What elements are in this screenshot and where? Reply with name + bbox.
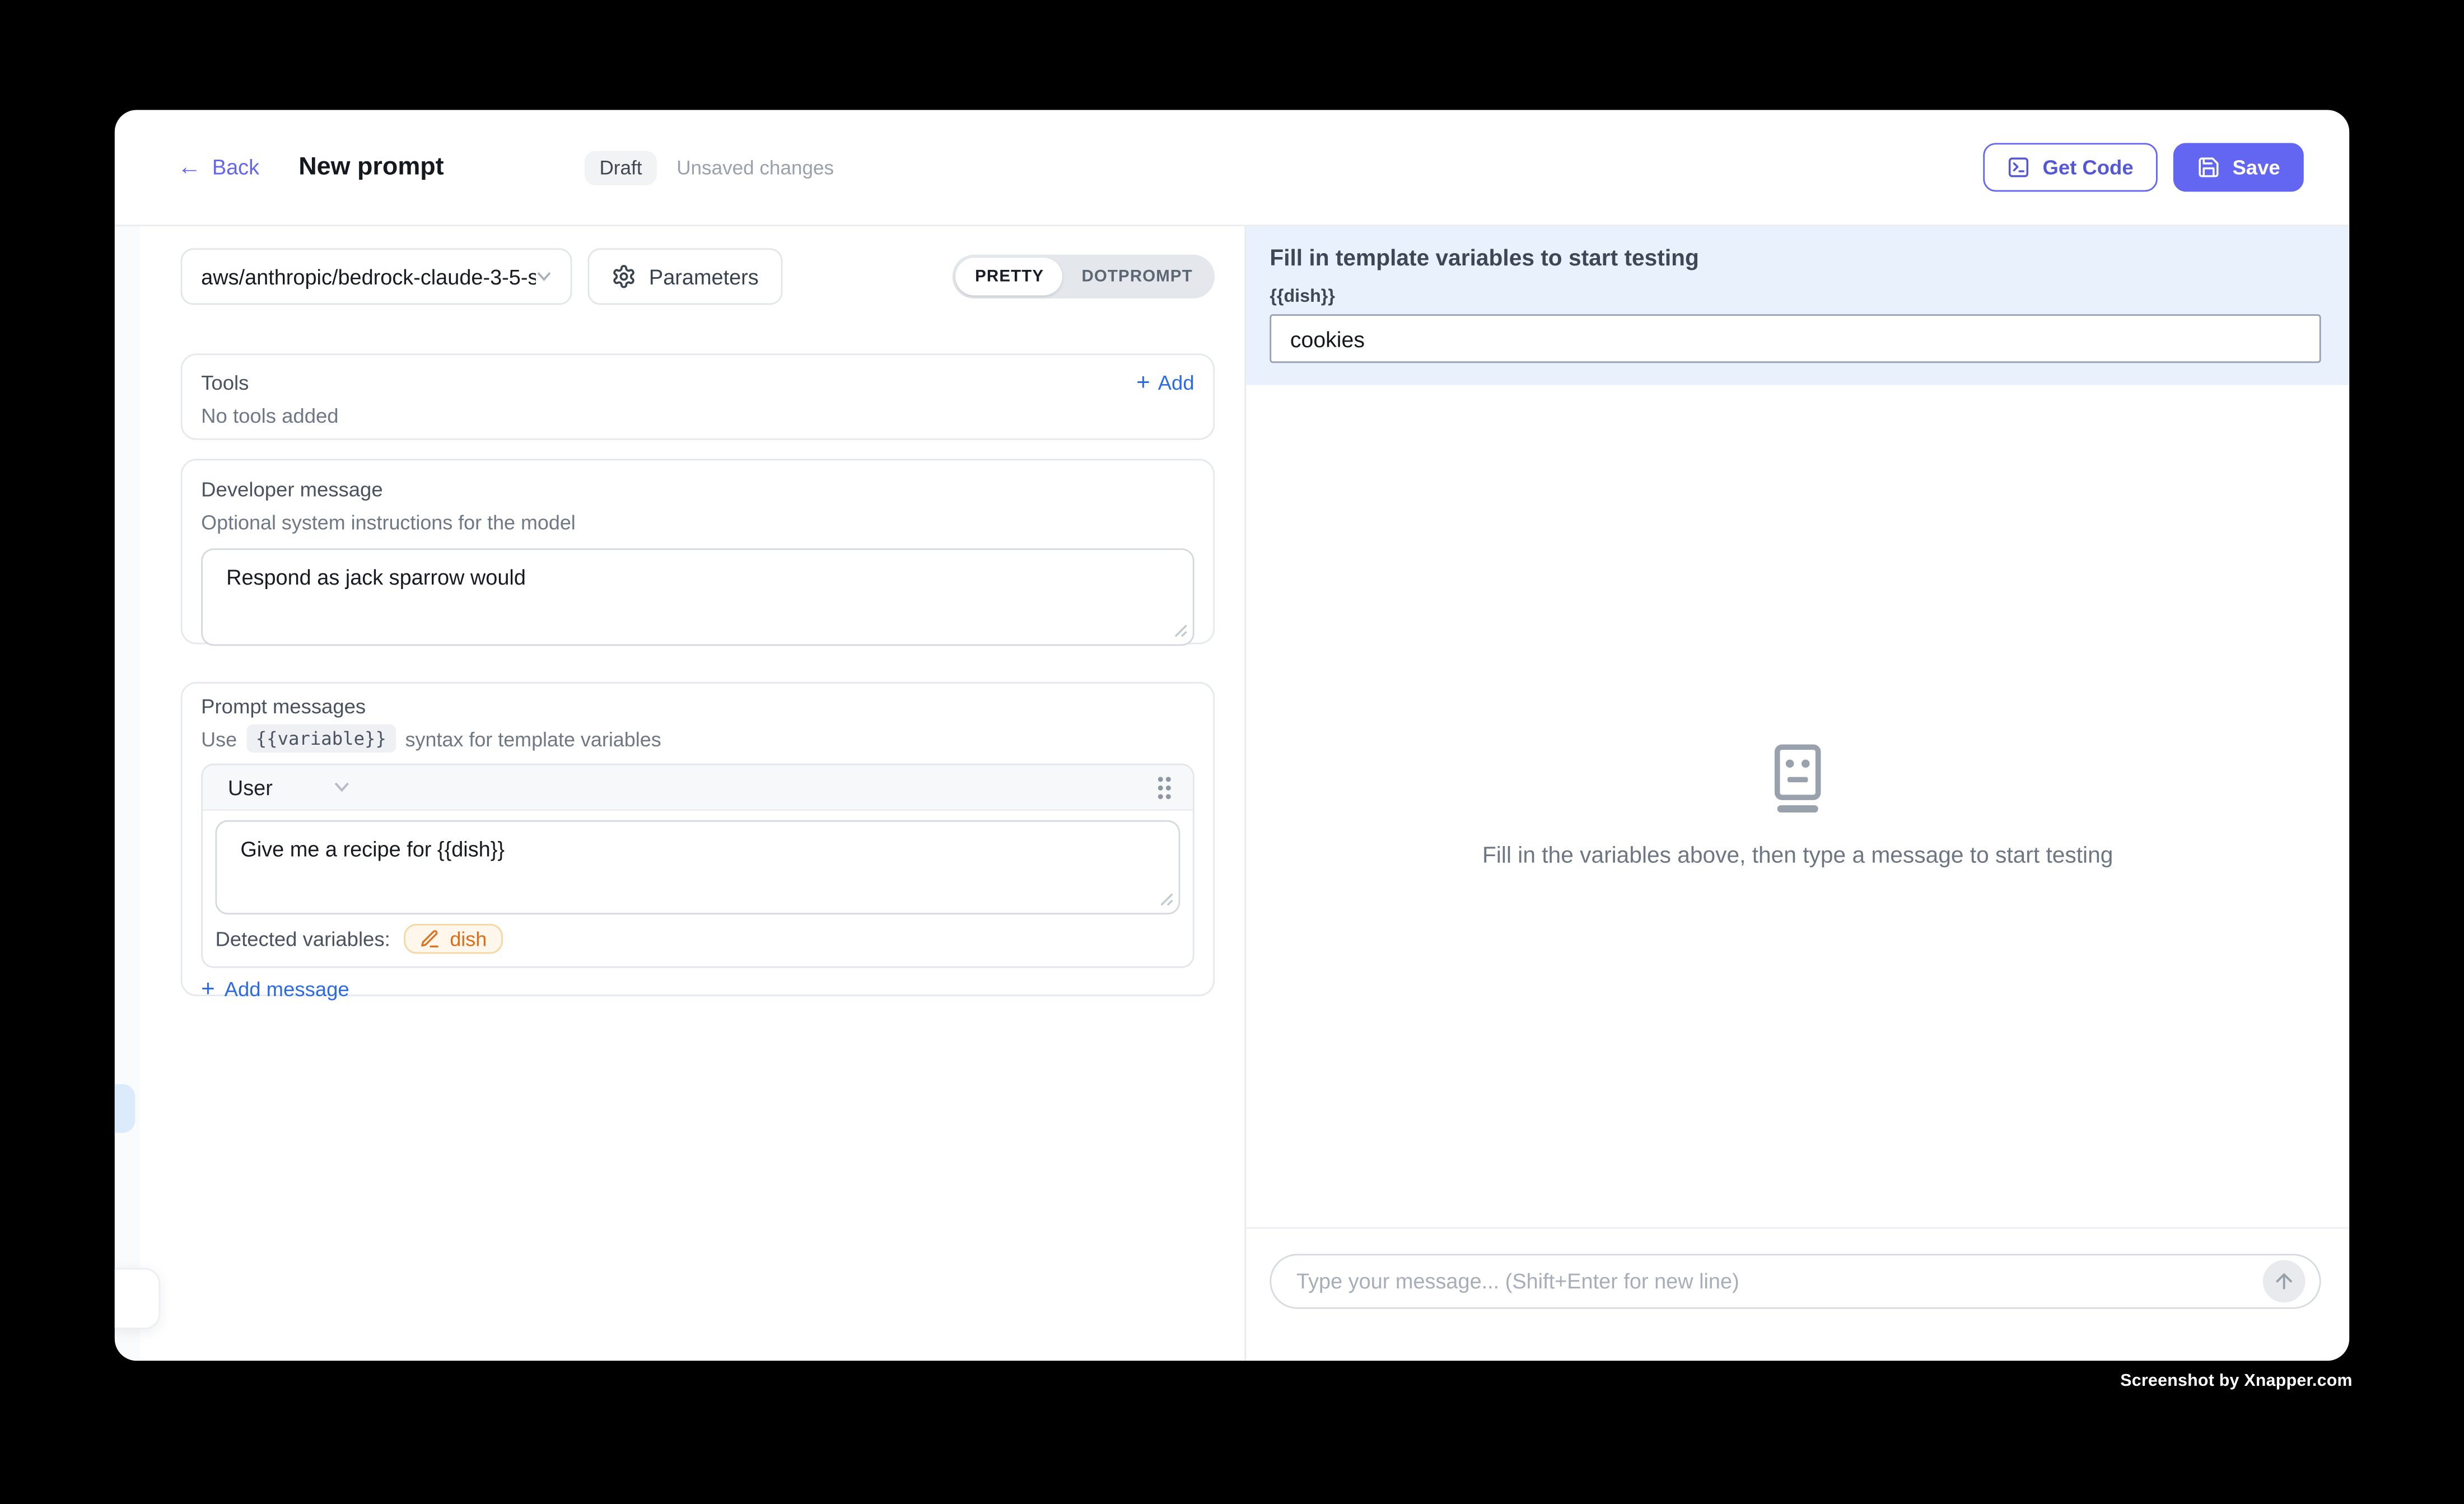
chat-message-input[interactable]: [1270, 1254, 2321, 1309]
chevron-down-icon: [535, 270, 552, 283]
prompt-config-column: aws/anthropic/bedrock-claude-3-5-s... Pa…: [115, 226, 1245, 1361]
test-panel: Fill in template variables to start test…: [1246, 226, 2349, 1361]
add-message-button[interactable]: + Add message: [201, 977, 1194, 1001]
plus-icon: +: [1136, 371, 1150, 394]
back-button[interactable]: ← Back: [178, 156, 259, 179]
toggle-pretty[interactable]: PRETTY: [956, 258, 1062, 295]
model-selector-value: aws/anthropic/bedrock-claude-3-5-s...: [201, 265, 535, 288]
header: ← Back New prompt Draft Unsaved changes …: [115, 110, 2349, 226]
watermark-text: Screenshot by Xnapper.com: [2120, 1372, 2353, 1391]
variable-badge-label: dish: [450, 927, 487, 951]
header-actions: Get Code Save: [1983, 143, 2304, 191]
chat-empty-state: Fill in the variables above, then type a…: [1246, 385, 2349, 1227]
save-floppy-icon: [2196, 156, 2220, 179]
add-tool-button[interactable]: + Add: [1136, 371, 1194, 394]
variable-syntax-hint: Use {{variable}} syntax for template var…: [201, 725, 1194, 753]
back-label: Back: [212, 156, 259, 179]
model-toolbar: aws/anthropic/bedrock-claude-3-5-s... Pa…: [181, 248, 1215, 305]
gear-icon: [612, 264, 637, 289]
draft-status-badge: Draft: [585, 150, 656, 185]
message-header: User: [203, 765, 1193, 811]
prompt-messages-title: Prompt messages: [201, 694, 1194, 720]
tools-section: Tools No tools added + Add: [181, 353, 1215, 440]
get-code-button[interactable]: Get Code: [1983, 143, 2157, 191]
test-panel-title: Fill in template variables to start test…: [1270, 247, 2321, 272]
tools-title: Tools: [201, 371, 1194, 396]
developer-message-title: Developer message: [201, 478, 1194, 503]
parameters-label: Parameters: [649, 265, 759, 288]
tools-empty-text: No tools added: [201, 404, 1194, 429]
detected-variables-row: Detected variables: dish: [203, 914, 1193, 966]
prompt-messages-section: Prompt messages Use {{variable}} syntax …: [181, 682, 1215, 996]
drag-handle-icon[interactable]: [1155, 774, 1174, 801]
hint-prefix: Use: [201, 727, 237, 750]
chat-input-bar: [1246, 1227, 2349, 1361]
toggle-dotprompt[interactable]: DOTPROMPT: [1063, 258, 1212, 295]
plus-icon: +: [201, 977, 215, 1001]
dish-variable-input[interactable]: [1270, 314, 2321, 363]
parameters-button[interactable]: Parameters: [587, 248, 782, 305]
role-value: User: [228, 776, 273, 799]
arrow-up-icon: [2272, 1269, 2296, 1293]
developer-message-section: Developer message Optional system instru…: [181, 459, 1215, 644]
dish-variable-label: {{dish}}: [1270, 288, 2321, 307]
model-selector[interactable]: aws/anthropic/bedrock-claude-3-5-s...: [181, 248, 572, 305]
detected-variables-label: Detected variables:: [215, 927, 390, 951]
robot-face-icon: [1766, 743, 1829, 815]
save-label: Save: [2232, 156, 2280, 179]
save-button[interactable]: Save: [2173, 143, 2304, 191]
developer-message-subtitle: Optional system instructions for the mod…: [201, 511, 1194, 536]
template-variables-header: Fill in template variables to start test…: [1246, 226, 2349, 385]
empty-state-text: Fill in the variables above, then type a…: [1482, 844, 2113, 869]
variable-code-chip: {{variable}}: [246, 725, 396, 753]
add-tool-label: Add: [1158, 371, 1194, 394]
variable-badge-dish[interactable]: dish: [404, 924, 502, 954]
format-toggle: PRETTY DOTPROMPT: [953, 255, 1215, 299]
pencil-icon: [420, 928, 440, 949]
unsaved-changes-text: Unsaved changes: [676, 156, 834, 178]
get-code-label: Get Code: [2042, 156, 2133, 179]
message-body: Give me a recipe for {{dish}}: [203, 811, 1193, 914]
page-title: New prompt: [298, 153, 444, 182]
message-content-textarea[interactable]: Give me a recipe for {{dish}}: [215, 820, 1180, 914]
prompt-editor-window: ← Back New prompt Draft Unsaved changes …: [115, 110, 2349, 1361]
add-message-label: Add message: [225, 977, 349, 1001]
editor-body: aws/anthropic/bedrock-claude-3-5-s... Pa…: [115, 226, 2349, 1361]
role-selector[interactable]: User: [228, 776, 350, 799]
screenshot-stage: ← Back New prompt Draft Unsaved changes …: [0, 0, 2464, 1503]
developer-message-textarea[interactable]: Respond as jack sparrow would: [201, 548, 1194, 646]
back-arrow-icon: ←: [178, 156, 201, 179]
hint-suffix: syntax for template variables: [405, 727, 661, 750]
chevron-down-icon: [333, 781, 350, 793]
terminal-square-icon: [2006, 156, 2030, 179]
message-block: User Give me a recipe for {{: [201, 764, 1194, 968]
send-message-button[interactable]: [2263, 1260, 2306, 1303]
